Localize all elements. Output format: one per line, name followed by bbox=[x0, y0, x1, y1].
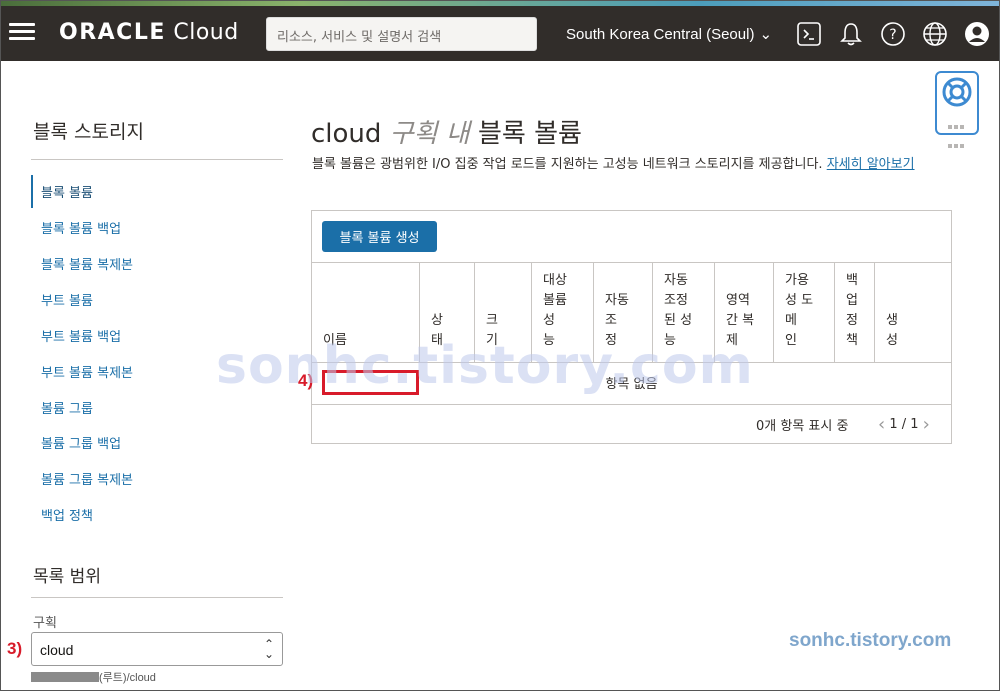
sidebar-item-block-volume-replicas[interactable]: 블록 볼륨 복제본 bbox=[41, 254, 133, 273]
hamburger-menu-icon[interactable] bbox=[9, 23, 35, 41]
volumes-table-panel: 블록 볼륨 생성 이름 상 태 크 기 대상 볼륨 성 능 자동 조 정 자동 … bbox=[311, 210, 952, 444]
help-icon[interactable]: ? bbox=[880, 21, 906, 47]
page-indicator: 1 / 1 bbox=[889, 417, 919, 432]
learn-more-link[interactable]: 자세히 알아보기 bbox=[827, 157, 915, 172]
list-scope-title: 목록 범위 bbox=[33, 567, 101, 587]
chevron-right-icon[interactable]: › bbox=[923, 414, 930, 435]
column-header-auto-tune[interactable]: 자동 조 정 bbox=[593, 263, 652, 363]
sidebar-item-volume-group-backups[interactable]: 볼륨 그룹 백업 bbox=[41, 433, 121, 452]
annotation-highlight-box bbox=[322, 370, 419, 395]
search-input[interactable]: 리소스, 서비스 및 설명서 검색 bbox=[266, 17, 537, 51]
pagination: ‹ 1 / 1 › bbox=[878, 414, 930, 435]
help-lifebuoy-widget[interactable] bbox=[935, 71, 979, 148]
column-header-target-performance[interactable]: 대상 볼륨 성 능 bbox=[531, 263, 593, 363]
column-header-created[interactable]: 생 성 bbox=[874, 263, 951, 363]
compartment-path: (루트)/cloud bbox=[31, 669, 156, 685]
select-updown-icon: ⌃ ⌄ bbox=[263, 637, 274, 661]
compartment-select[interactable]: cloud ⌃ ⌄ bbox=[31, 632, 283, 666]
chevron-left-icon[interactable]: ‹ bbox=[878, 414, 885, 435]
create-block-volume-button[interactable]: 블록 볼륨 생성 bbox=[322, 221, 437, 252]
annotation-4: 4) bbox=[298, 371, 314, 390]
column-header-size[interactable]: 크 기 bbox=[474, 263, 531, 363]
column-header-backup-policy[interactable]: 백 업 정 책 bbox=[834, 263, 874, 363]
item-count: 0개 항목 표시 중 bbox=[756, 419, 849, 434]
table-header: 이름 상 태 크 기 대상 볼륨 성 능 자동 조 정 자동 조정 된 성 능 … bbox=[312, 262, 951, 363]
sidebar-item-boot-volume-backups[interactable]: 부트 볼륨 백업 bbox=[41, 326, 121, 345]
region-label: South Korea Central (Seoul) bbox=[566, 26, 755, 43]
globe-icon[interactable] bbox=[922, 21, 948, 47]
sidebar-title: 블록 스토리지 bbox=[33, 121, 144, 143]
column-header-state[interactable]: 상 태 bbox=[419, 263, 474, 363]
svg-text:?: ? bbox=[889, 27, 896, 43]
compartment-label: 구획 bbox=[33, 616, 57, 631]
lifebuoy-icon bbox=[942, 77, 972, 107]
page-description: 블록 볼륨은 광범위한 I/O 집중 작업 로드를 지원하는 고성능 네트워크 … bbox=[312, 157, 915, 172]
table-divider bbox=[312, 404, 951, 405]
sidebar-item-boot-volumes[interactable]: 부트 볼륨 bbox=[41, 290, 93, 309]
sidebar-divider bbox=[31, 159, 283, 160]
region-selector[interactable]: South Korea Central (Seoul) ⌄ bbox=[566, 25, 772, 43]
active-item-indicator bbox=[31, 175, 33, 208]
column-header-name[interactable]: 이름 bbox=[312, 263, 419, 363]
profile-icon[interactable] bbox=[964, 21, 990, 47]
cloud-shell-icon[interactable] bbox=[796, 21, 822, 47]
sidebar-item-block-volumes[interactable]: 블록 볼륨 bbox=[41, 182, 93, 201]
sidebar-item-boot-volume-replicas[interactable]: 부트 볼륨 복제본 bbox=[41, 362, 133, 381]
page-title: cloud 구획 내 블록 볼륨 bbox=[311, 119, 582, 149]
column-header-cross-region-replication[interactable]: 영역 간 복 제 bbox=[714, 263, 773, 363]
navbar-accent-stripe bbox=[1, 1, 999, 6]
oracle-cloud-logo[interactable]: ORACLE Cloud bbox=[59, 20, 239, 45]
annotation-3: 3) bbox=[7, 639, 23, 658]
sidebar-item-backup-policies[interactable]: 백업 정책 bbox=[41, 505, 93, 524]
sidebar-item-volume-groups[interactable]: 볼륨 그룹 bbox=[41, 398, 93, 417]
top-navbar: ORACLE Cloud 리소스, 서비스 및 설명서 검색 South Kor… bbox=[1, 1, 999, 61]
column-header-auto-tuned-performance[interactable]: 자동 조정 된 성 능 bbox=[652, 263, 714, 363]
chevron-down-icon: ⌄ bbox=[759, 26, 773, 43]
sidebar-divider bbox=[31, 597, 283, 598]
redacted-tenancy bbox=[31, 672, 99, 682]
column-header-availability-domain[interactable]: 가용 성 도 메 인 bbox=[773, 263, 834, 363]
bell-icon[interactable] bbox=[838, 21, 864, 47]
sidebar-item-block-volume-backups[interactable]: 블록 볼륨 백업 bbox=[41, 218, 121, 237]
sidebar-item-volume-group-replicas[interactable]: 볼륨 그룹 복제본 bbox=[41, 469, 133, 488]
grip-dots-icon bbox=[947, 115, 969, 148]
compartment-value: cloud bbox=[40, 642, 74, 658]
